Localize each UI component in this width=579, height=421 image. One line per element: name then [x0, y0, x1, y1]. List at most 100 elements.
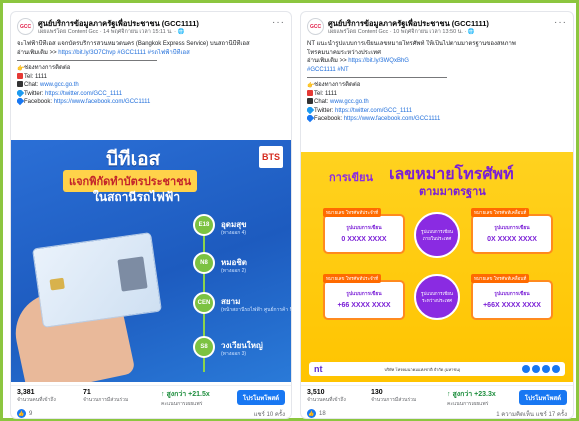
post-footer: 👍 9 แชร์ 10 ครั้ง	[17, 409, 285, 418]
post-text-line: จะไฟฟ้าบีทีเอส แจกบัตรบริการสวนหมวดนคร (…	[17, 41, 250, 47]
reach-stat[interactable]: 3,381 จำนวนคนที่เข้าถึง	[17, 389, 56, 404]
facebook-link[interactable]: https://www.facebook.com/GCC1111	[54, 99, 151, 105]
pointing-hand-icon: 👉	[17, 66, 25, 72]
read-more-prefix: อ่านเพิ่มเติม >>	[307, 58, 349, 64]
page-avatar[interactable]: GCC	[17, 18, 34, 35]
read-more-prefix: อ่านเพิ่มเติม >>	[17, 49, 59, 56]
post-body: จะไฟฟ้าบีทีเอส แจกบัตรบริการสวนหมวดนคร (…	[17, 40, 285, 107]
format-tag: หมายเลข โทรศัพท์เคลื่อนที่	[471, 274, 530, 283]
divider	[17, 60, 157, 61]
more-options-icon[interactable]: ···	[554, 17, 567, 28]
station-exit: (ทางออก 3)	[221, 351, 247, 357]
pointing-hand-icon: 👉	[307, 83, 315, 89]
post-hashtags[interactable]: #GCC1111 #NT	[307, 66, 567, 75]
like-icon: 👍	[307, 409, 316, 418]
format-label: รูปแบบการเขียน	[346, 225, 382, 231]
divider	[307, 77, 447, 78]
post-footer: 👍 18 1 ความคิดเห็น แชร์ 17 ครั้ง	[307, 409, 567, 418]
post-text-line: โทรคมนาคมระหว่างประเทศ	[307, 49, 381, 56]
score-value: ↑ สูงกว่า +21.5x	[161, 391, 210, 398]
twitter-label: Twitter:	[24, 90, 46, 97]
tel-row: Tel: 1111	[307, 89, 567, 99]
poster-title-prefix: การเขียน	[329, 172, 373, 184]
engagement-label: จำนวนการมีส่วนร่วม	[371, 397, 417, 403]
screenshot-frame: GCC ศูนย์บริการข้อมูลภาครัฐเพื่อประชาชน …	[0, 0, 579, 421]
engagement-stat[interactable]: 71 จำนวนการมีส่วนร่วม	[83, 389, 128, 404]
format-tag: หมายเลข โทรศัพท์ประจำที่	[323, 208, 382, 217]
phone-icon	[17, 72, 23, 79]
format-number: +66X XXXX XXXX	[483, 302, 541, 309]
format-number: 0X XXXX XXXX	[487, 236, 537, 243]
card-chip	[49, 277, 65, 291]
post-text-line: อ่านเพิ่มเติม >> https://bit.ly/3O7Chvp …	[17, 49, 285, 58]
nt-logo: nt	[314, 364, 323, 374]
chat-row: Chat: www.gcc.go.th	[307, 98, 567, 107]
more-options-icon[interactable]: ···	[272, 17, 285, 28]
post-card-nt: GCC ศูนย์บริการข้อมูลภาครัฐเพื่อประชาชน …	[300, 11, 574, 419]
social-icon	[542, 365, 550, 373]
engagement-label: จำนวนการมีส่วนร่วม	[83, 397, 129, 403]
company-name: บริษัท โทรคมนาคมแห่งชาติ จำกัด (มหาชน)	[384, 366, 461, 372]
distribution-score[interactable]: ↑ สูงกว่า +23.3x คะแนนการเผยแพร่	[447, 389, 496, 408]
page-avatar[interactable]: GCC	[307, 18, 324, 35]
post-text-line: NT แนะนำรูปแบบการเขียนเลขหมายโทรศัพท์ ให…	[307, 41, 516, 47]
post-image-bts[interactable]: บีทีเอส BTS แจกพิกัดทำบัตรประชาชน ในสถาน…	[11, 140, 291, 382]
share-count[interactable]: แชร์ 10 ครั้ง	[254, 409, 285, 418]
like-icon: 👍	[17, 409, 26, 418]
chat-label: Chat:	[24, 82, 41, 88]
distribution-score[interactable]: ↑ สูงกว่า +21.5x คะแนนการเผยแพร่	[161, 389, 210, 408]
social-icon	[552, 365, 560, 373]
social-icon	[532, 365, 540, 373]
station-badge: E18	[193, 214, 215, 236]
format-box: หมายเลข โทรศัพท์เคลื่อนที่ รูปแบบการเขีย…	[471, 274, 553, 320]
reaction-count: 9	[29, 410, 33, 417]
reach-value: 3,510	[307, 389, 325, 396]
post-card-bts: GCC ศูนย์บริการข้อมูลภาครัฐเพื่อประชาชน …	[10, 11, 292, 419]
engagement-stat[interactable]: 130 จำนวนการมีส่วนร่วม	[371, 389, 416, 404]
post-insights: 3,381 จำนวนคนที่เข้าถึง 71 จำนวนการมีส่ว…	[11, 385, 291, 407]
facebook-row: Facebook: https://www.facebook.com/GCC11…	[307, 115, 567, 124]
chat-link[interactable]: www.gcc.go.th	[330, 99, 369, 105]
social-icon	[522, 365, 530, 373]
post-link[interactable]: https://bit.ly/3O7Chvp #GCC1111 #รถไฟฟ้า…	[58, 50, 190, 56]
post-meta: เผยแพร่โดย Content Gcc · 14 พฤศจิกายน เว…	[38, 29, 185, 35]
station-badge: CEN	[193, 292, 215, 314]
format-box: หมายเลข โทรศัพท์ประจำที่ รูปแบบการเขียน …	[323, 208, 405, 254]
post-image-nt[interactable]: การเขียน เลขหมายโทรศัพท์ ตามมาตรฐาน หมาย…	[301, 152, 573, 382]
reach-label: จำนวนคนที่เข้าถึง	[17, 397, 56, 403]
reach-stat[interactable]: 3,510 จำนวนคนที่เข้าถึง	[307, 389, 346, 404]
post-header: GCC ศูนย์บริการข้อมูลภาครัฐเพื่อประชาชน …	[17, 17, 285, 37]
format-tag: หมายเลข โทรศัพท์เคลื่อนที่	[471, 208, 530, 217]
reactions[interactable]: 👍 18	[307, 409, 326, 418]
twitter-link[interactable]: https://twitter.com/GCC_1111	[335, 108, 412, 114]
id-card-illustration	[32, 232, 162, 328]
comment-share-count[interactable]: 1 ความคิดเห็น แชร์ 17 ครั้ง	[496, 409, 567, 418]
reactions[interactable]: 👍 9	[17, 409, 32, 418]
poster-subtitle: ตามมาตรฐาน	[419, 186, 486, 198]
post-body: NT แนะนำรูปแบบการเขียนเลขหมายโทรศัพท์ ให…	[307, 40, 567, 124]
twitter-link[interactable]: https://twitter.com/GCC_1111	[45, 91, 122, 97]
international-format-circle: รูปแบบการเขียน ระหว่างประเทศ	[414, 274, 460, 320]
reach-value: 3,381	[17, 389, 35, 396]
format-label: รูปแบบการเขียน	[346, 291, 382, 297]
post-link[interactable]: https://bit.ly/3WQxBhG	[348, 58, 409, 64]
contact-header: ช่องทางการติดต่อ	[24, 65, 71, 71]
tel-row: Tel: 1111	[17, 72, 285, 82]
boost-post-button[interactable]: โปรโมทโพสต์	[518, 390, 567, 405]
chat-icon	[307, 98, 313, 104]
station-exit: (ทางออก 4)	[221, 230, 247, 236]
station-badge: N8	[193, 252, 215, 274]
contact-header-row: 👉ช่องทางการติดต่อ	[17, 64, 285, 73]
boost-post-button[interactable]: โปรโมทโพสต์	[236, 390, 285, 405]
post-header: GCC ศูนย์บริการข้อมูลภาครัฐเพื่อประชาชน …	[307, 17, 567, 37]
reach-label: จำนวนคนที่เข้าถึง	[307, 397, 346, 403]
format-label: รูปแบบการเขียน	[494, 225, 530, 231]
reaction-count: 18	[319, 410, 326, 417]
facebook-row: Facebook: https://www.facebook.com/GCC11…	[17, 98, 285, 107]
chat-icon	[17, 81, 23, 87]
format-box: หมายเลข โทรศัพท์ประจำที่ รูปแบบการเขียน …	[323, 274, 405, 320]
facebook-link[interactable]: https://www.facebook.com/GCC1111	[344, 116, 441, 122]
phone-icon	[307, 89, 313, 96]
tel-text: Tel: 1111	[24, 73, 48, 80]
chat-link[interactable]: www.gcc.go.th	[40, 82, 79, 88]
